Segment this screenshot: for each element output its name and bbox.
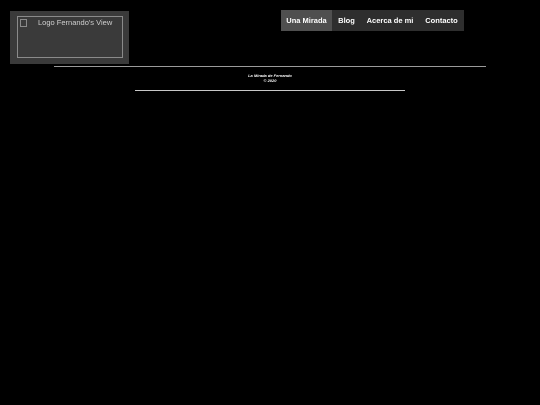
footer: La Mirada de Fernando © 2020 [0,73,540,83]
nav-item-blog[interactable]: Blog [332,10,361,31]
logo-alt-text: Logo Fernando's View [38,18,113,27]
broken-image-icon [20,19,27,27]
nav-item-acerca-de-mi[interactable]: Acerca de mi [361,10,419,31]
logo-panel: Logo Fernando's View [10,11,129,64]
footer-copyright: © 2020 [263,78,277,83]
nav-item-una-mirada[interactable]: Una Mirada [281,10,332,31]
main-navigation: Una Mirada Blog Acerca de mi Contacto [281,10,464,31]
footer-divider [135,90,405,91]
nav-item-contacto[interactable]: Contacto [419,10,464,31]
logo-image[interactable]: Logo Fernando's View [17,16,123,58]
header-divider [54,66,486,67]
